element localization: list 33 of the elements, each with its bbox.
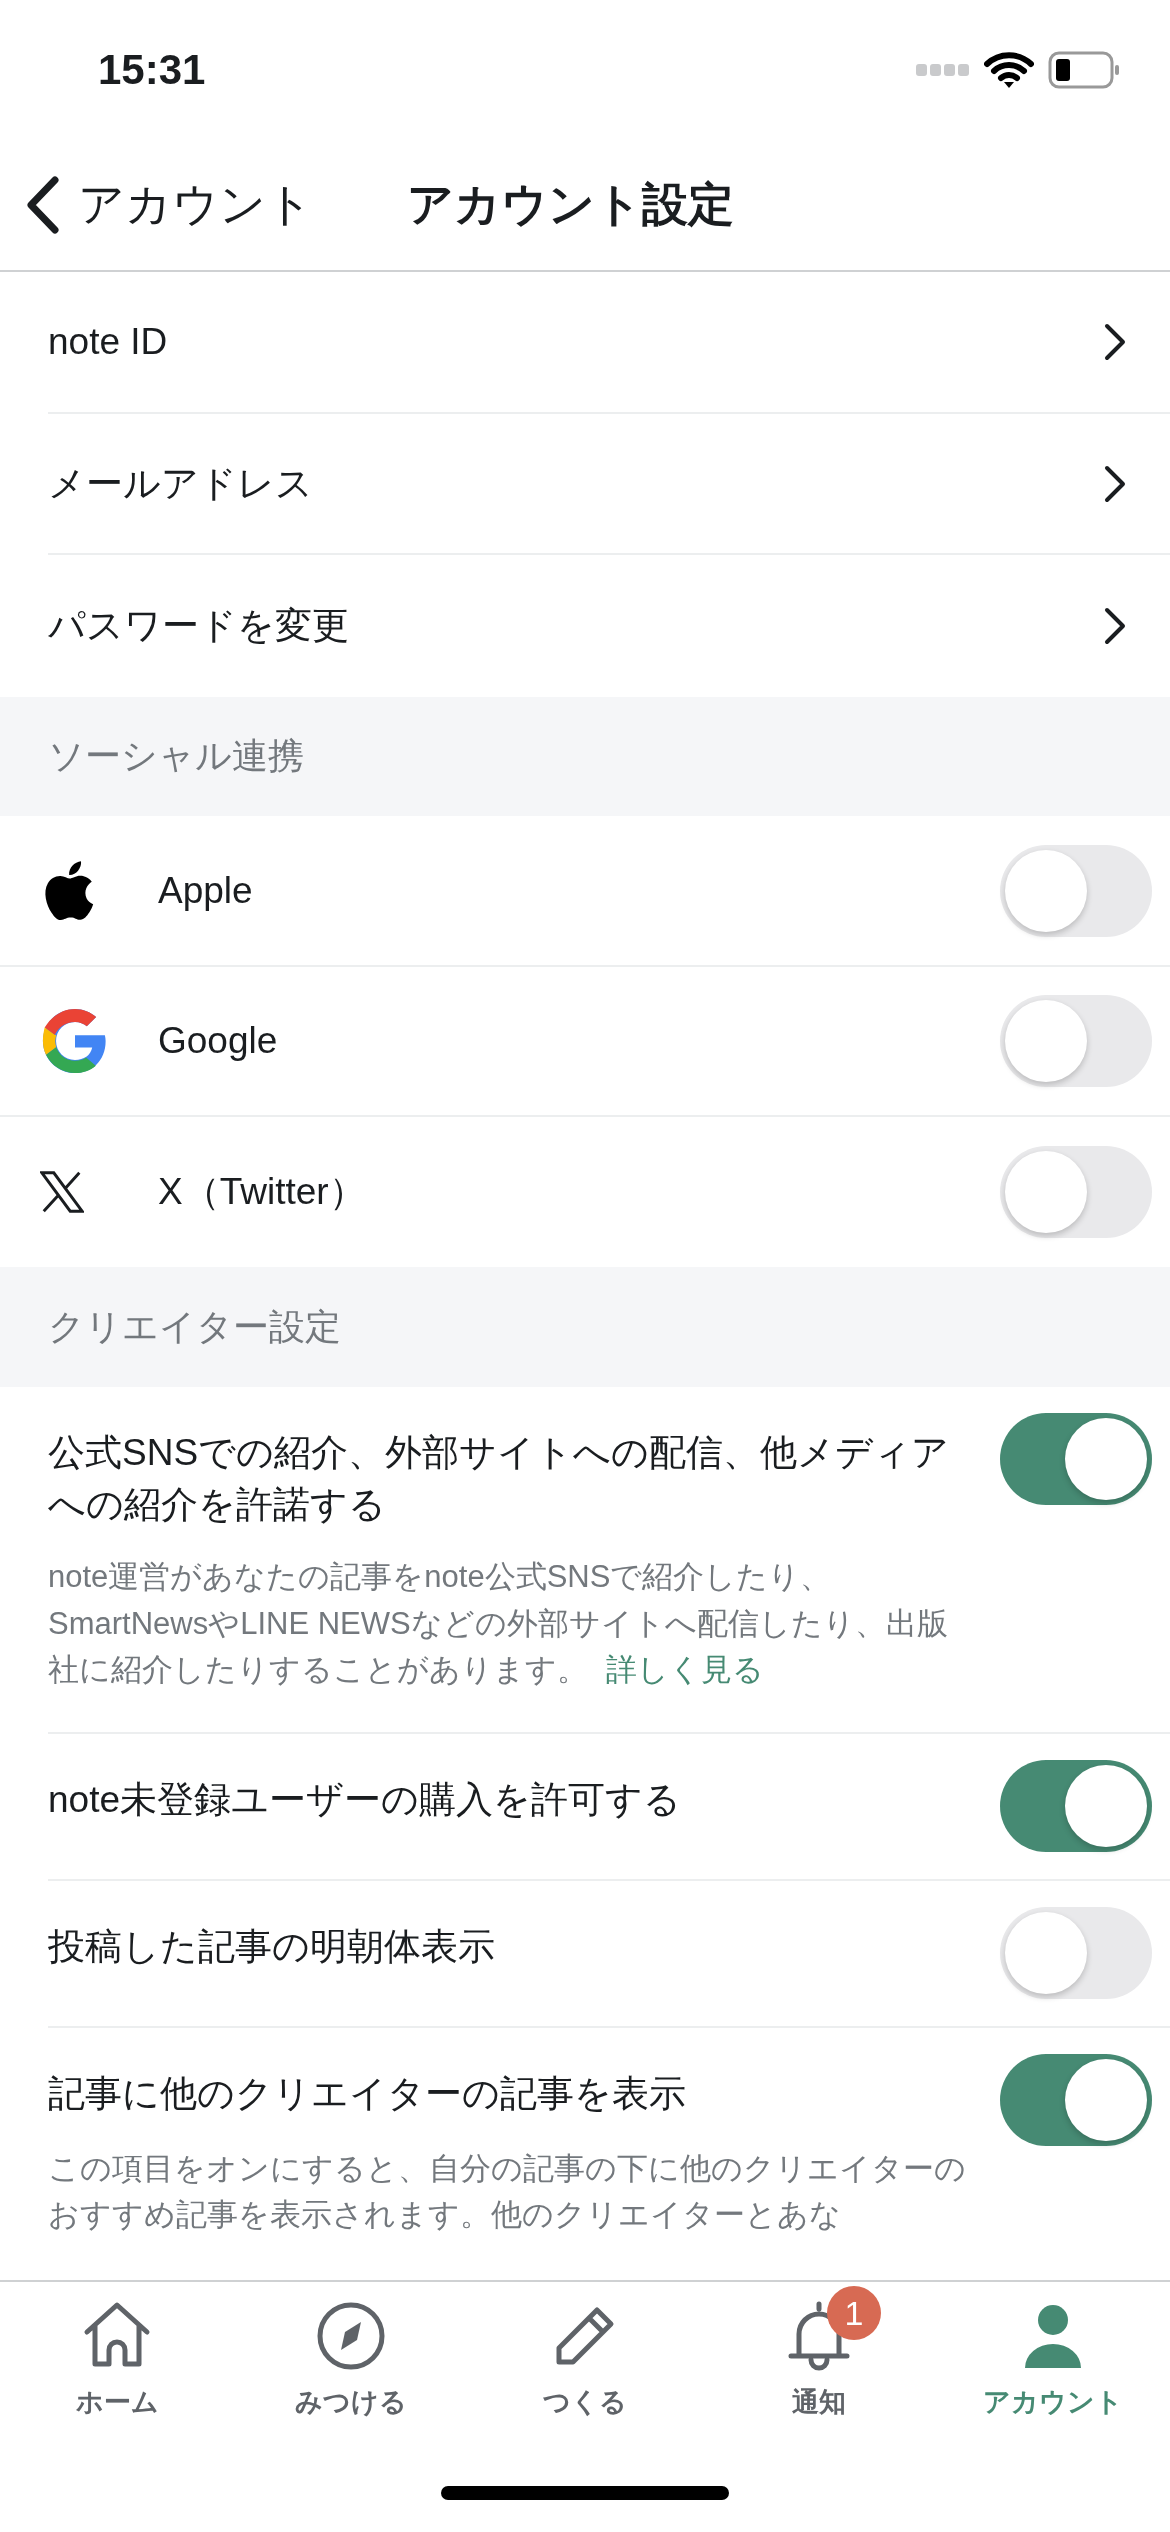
setting-label: 公式SNSでの紹介、外部サイトへの配信、他メディアへの紹介を許諾する <box>48 1430 951 1527</box>
setting-label: note未登録ユーザーの購入を許可する <box>48 1777 681 1822</box>
setting-label: 投稿した記事の明朝体表示 <box>48 1924 495 1969</box>
wifi-icon <box>984 51 1034 89</box>
settings-link[interactable]: note ID <box>48 320 168 363</box>
service-name: X（Twitter） <box>158 1170 366 1215</box>
tab-bar-item[interactable]: ホーム <box>0 2284 234 2420</box>
battery-icon <box>1048 51 1120 89</box>
compass-icon <box>315 2300 387 2372</box>
chevron-right-icon <box>1104 464 1126 503</box>
settings-link[interactable]: パスワードを変更 <box>48 601 349 652</box>
signal-icon <box>916 64 970 76</box>
setting-label: 記事に他のクリエイターの記事を表示 <box>48 2071 686 2116</box>
section-title: ソーシャル連携 <box>48 734 304 779</box>
chevron-right-icon <box>1104 607 1126 646</box>
back-button[interactable]: アカウント <box>26 174 313 236</box>
tab-bar-item[interactable]: つくる <box>468 2284 702 2420</box>
tab-bar-item[interactable]: みつける <box>234 2284 468 2420</box>
tab-bar-item[interactable]: 1 通知 <box>702 2284 936 2420</box>
tab-bar-item[interactable]: アカウント <box>936 2284 1170 2420</box>
notification-badge: 1 <box>827 2286 881 2340</box>
details-link[interactable]: 詳しく見る <box>606 1652 764 1688</box>
service-name: Google <box>158 1019 278 1062</box>
setting-description: note運営があなたの記事をnote公式SNSで紹介したり、SmartNewsやLINE NEWSなどの外部サイトへ配信したり、出版社に紹介したりすることがあります。 詳しく見る <box>48 1558 949 1690</box>
setting-description: この項目をオンにすると、自分の記事の下に他のクリエイターのおすすめ記事を表示されます。他のクリエイターとあな <box>48 2149 967 2235</box>
settings-link[interactable]: メールアドレス <box>48 458 313 509</box>
back-chevron-icon <box>26 176 60 234</box>
status-time: 15:31 <box>98 46 206 94</box>
chevron-right-icon <box>1104 322 1126 361</box>
section-title: クリエイター設定 <box>48 1304 341 1349</box>
page-title: アカウント設定 <box>407 177 734 232</box>
x-logo-icon <box>40 1171 84 1214</box>
service-name: Apple <box>158 869 253 912</box>
